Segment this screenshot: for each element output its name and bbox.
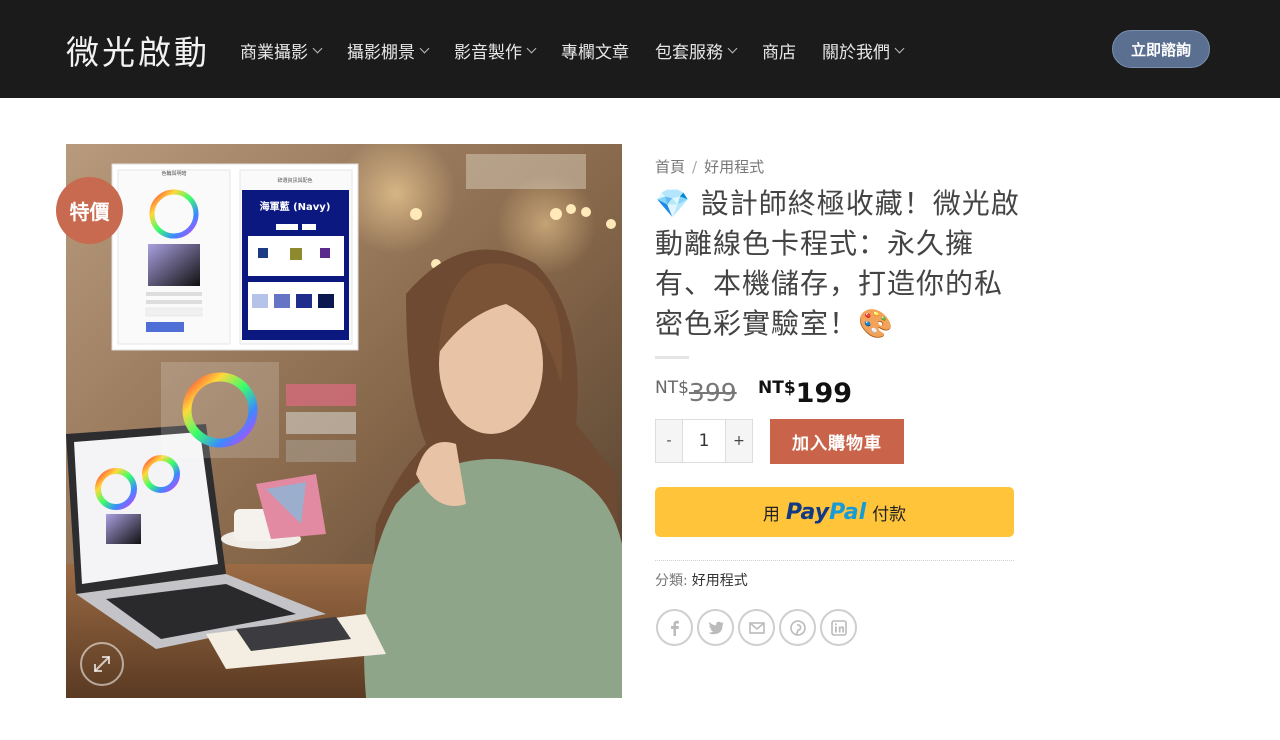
nav-label: 包套服務 (655, 43, 723, 63)
category-label: 分類: (655, 573, 688, 589)
add-to-cart-button[interactable]: 加入購物車 (770, 419, 904, 464)
category-link[interactable]: 好用程式 (692, 573, 748, 589)
nav-label: 影音製作 (454, 43, 522, 63)
chevron-down-icon (312, 43, 323, 54)
email-icon (748, 621, 765, 634)
nav-item-shop[interactable]: 商店 (762, 38, 796, 63)
nav-label: 商業攝影 (240, 43, 308, 63)
facebook-icon (670, 620, 679, 636)
nav-item-studio[interactable]: 攝影棚景 (347, 38, 430, 63)
panel-left-title: 色輪與明暗 (161, 170, 186, 177)
breadcrumb-home[interactable]: 首頁 (655, 158, 685, 176)
original-price: NT$399 (655, 378, 737, 407)
product-title: 💎 設計師終極收藏！微光啟動離線色卡程式：永久擁有、本機儲存，打造你的私密色彩實… (655, 187, 1020, 340)
quantity-decrease-button[interactable]: - (656, 420, 682, 462)
zoom-button[interactable] (80, 642, 124, 686)
breadcrumb-separator: / (692, 158, 698, 176)
nav-item-packages[interactable]: 包套服務 (655, 38, 738, 63)
quantity-input[interactable]: 1 (682, 420, 726, 462)
product-category: 分類: 好用程式 (655, 570, 748, 590)
nav-item-about[interactable]: 關於我們 (822, 38, 905, 63)
nav-item-video[interactable]: 影音製作 (454, 38, 537, 63)
quantity-stepper: - 1 + (655, 419, 753, 463)
currency-symbol: NT$ (655, 378, 689, 398)
chevron-down-icon (526, 43, 537, 54)
nav-label: 關於我們 (822, 43, 890, 63)
paypal-suffix: 付款 (872, 504, 907, 525)
paypal-logo: PayPal (786, 500, 866, 525)
meta-divider (655, 560, 1014, 561)
paypal-prefix: 用 (762, 504, 780, 525)
nav-label: 專欄文章 (561, 43, 629, 63)
pinterest-icon (789, 619, 806, 636)
share-twitter-button[interactable] (697, 609, 734, 646)
expand-icon (94, 656, 110, 672)
product-photo: 海軍藍 (Navy) 色輪與明暗 辞選資訊與配色 (66, 144, 622, 698)
share-linkedin-button[interactable] (820, 609, 857, 646)
product-image[interactable]: 海軍藍 (Navy) 色輪與明暗 辞選資訊與配色 (66, 144, 622, 698)
main-nav: 商業攝影 攝影棚景 影音製作 專欄文章 包套服務 商店 關於我們 (240, 38, 929, 63)
sale-price-amount: 199 (795, 378, 853, 409)
share-facebook-button[interactable] (656, 609, 693, 646)
breadcrumb: 首頁 / 好用程式 (655, 156, 764, 177)
title-divider (655, 356, 689, 359)
paypal-button[interactable]: 用 PayPal 付款 (655, 487, 1014, 537)
currency-symbol: NT$ (758, 378, 796, 398)
consult-button[interactable]: 立即諮詢 (1112, 30, 1210, 68)
twitter-icon (707, 621, 724, 634)
chevron-down-icon (727, 43, 738, 54)
share-icons (656, 609, 857, 646)
paypal-logo-pal: Pal (829, 499, 867, 525)
chevron-down-icon (894, 43, 905, 54)
nav-item-articles[interactable]: 專欄文章 (561, 38, 629, 63)
original-price-amount: 399 (688, 378, 737, 407)
nav-item-commercial-photo[interactable]: 商業攝影 (240, 38, 323, 63)
nav-label: 商店 (762, 43, 796, 63)
linkedin-icon (830, 619, 847, 636)
quantity-increase-button[interactable]: + (726, 420, 752, 462)
share-pinterest-button[interactable] (779, 609, 816, 646)
swatch-title: 海軍藍 (Navy) (260, 200, 331, 213)
sale-badge: 特價 (56, 177, 123, 244)
nav-label: 攝影棚景 (347, 43, 415, 63)
site-header: 微光啟動 商業攝影 攝影棚景 影音製作 專欄文章 包套服務 商店 關於我們 立即… (0, 0, 1280, 98)
site-logo[interactable]: 微光啟動 (66, 26, 210, 74)
panel-right-title: 辞選資訊與配色 (277, 177, 312, 184)
paypal-logo-pay: Pay (785, 499, 830, 525)
chevron-down-icon (419, 43, 430, 54)
sale-price: NT$199 (758, 378, 852, 409)
breadcrumb-category[interactable]: 好用程式 (704, 158, 764, 176)
share-email-button[interactable] (738, 609, 775, 646)
